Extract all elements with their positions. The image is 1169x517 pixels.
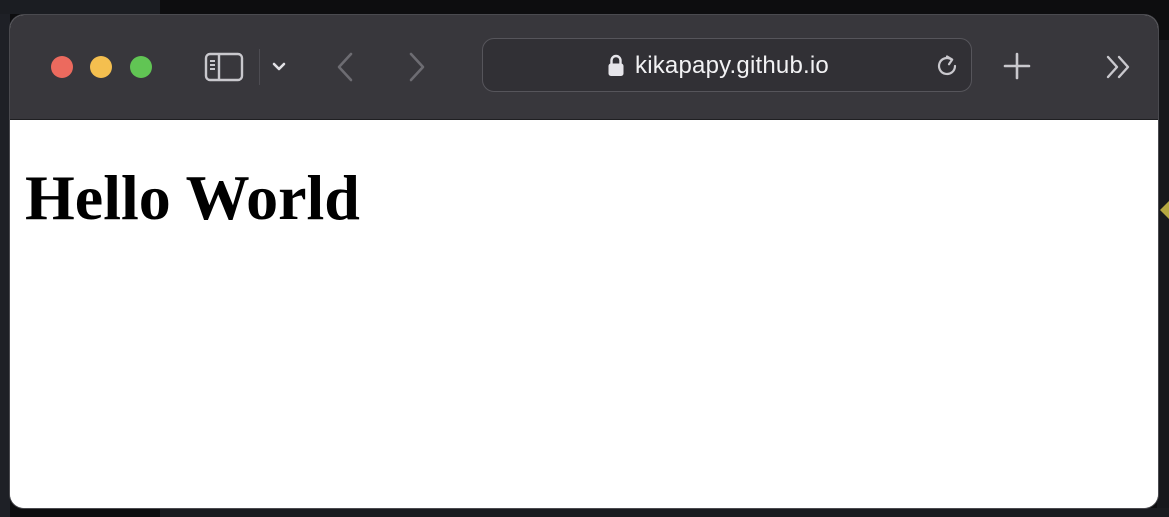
- chevron-down-icon: [272, 62, 286, 71]
- background-status-bar: [160, 508, 1169, 517]
- background-editor-strip: [0, 14, 10, 517]
- background-editor-window: [0, 0, 160, 14]
- reload-button[interactable]: [933, 52, 961, 80]
- back-button[interactable]: [330, 49, 360, 85]
- tab-group-menu-button[interactable]: [266, 53, 292, 81]
- sidebar-icon: [204, 52, 244, 82]
- plus-icon: [1003, 52, 1031, 80]
- toolbar-overflow-button[interactable]: [1102, 51, 1136, 83]
- browser-toolbar: kikapapy.github.io: [10, 15, 1158, 120]
- background-marker: [1160, 201, 1169, 219]
- address-bar[interactable]: kikapapy.github.io: [482, 38, 972, 92]
- new-tab-button[interactable]: [1000, 49, 1034, 83]
- lock-icon: [608, 54, 624, 76]
- browser-window: kikapapy.github.io Hello World: [10, 15, 1158, 508]
- chevron-left-icon: [337, 52, 353, 82]
- chevron-right-icon: [409, 52, 425, 82]
- double-chevron-right-icon: [1106, 55, 1130, 79]
- minimize-window-button[interactable]: [90, 56, 112, 78]
- url-text: kikapapy.github.io: [635, 52, 829, 79]
- background-window-edge: [1157, 40, 1169, 517]
- reload-icon: [937, 55, 957, 76]
- toolbar-divider: [259, 49, 260, 85]
- forward-button[interactable]: [402, 49, 432, 85]
- page-content: Hello World: [10, 120, 1158, 508]
- page-heading: Hello World: [25, 162, 360, 233]
- sidebar-toggle-button[interactable]: [202, 49, 246, 85]
- maximize-window-button[interactable]: [130, 56, 152, 78]
- close-window-button[interactable]: [51, 56, 73, 78]
